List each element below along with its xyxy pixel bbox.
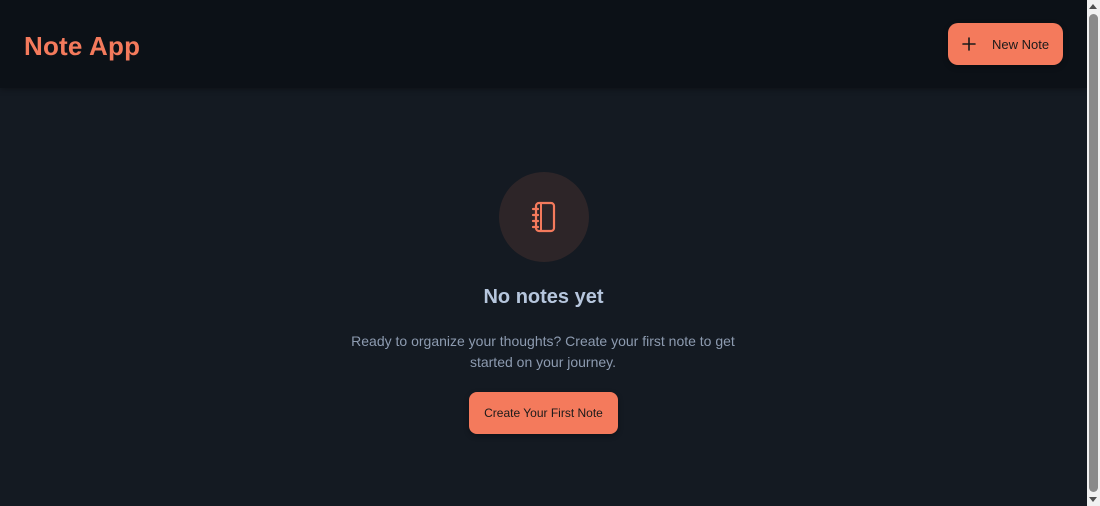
new-note-button[interactable]: New Note <box>948 23 1063 65</box>
app-header: Note App New Note <box>0 0 1087 88</box>
create-first-note-button[interactable]: Create Your First Note <box>469 392 618 434</box>
scroll-up-arrow-icon[interactable] <box>1089 4 1097 9</box>
scroll-down-arrow-icon[interactable] <box>1089 497 1097 502</box>
empty-state: No notes yet Ready to organize your thou… <box>0 88 1087 506</box>
app-title: Note App <box>24 31 141 61</box>
app-root: Note App New Note No notes yet Ready to … <box>0 0 1087 506</box>
new-note-label: New Note <box>992 36 1050 52</box>
empty-state-description: Ready to organize your thoughts? Create … <box>351 333 735 370</box>
vertical-scrollbar[interactable] <box>1087 0 1100 506</box>
notebook-icon-circle <box>499 172 589 262</box>
empty-state-title: No notes yet <box>483 286 604 308</box>
plus-icon <box>962 37 976 51</box>
notebook-icon <box>531 201 556 233</box>
scroll-thumb[interactable] <box>1089 14 1098 492</box>
